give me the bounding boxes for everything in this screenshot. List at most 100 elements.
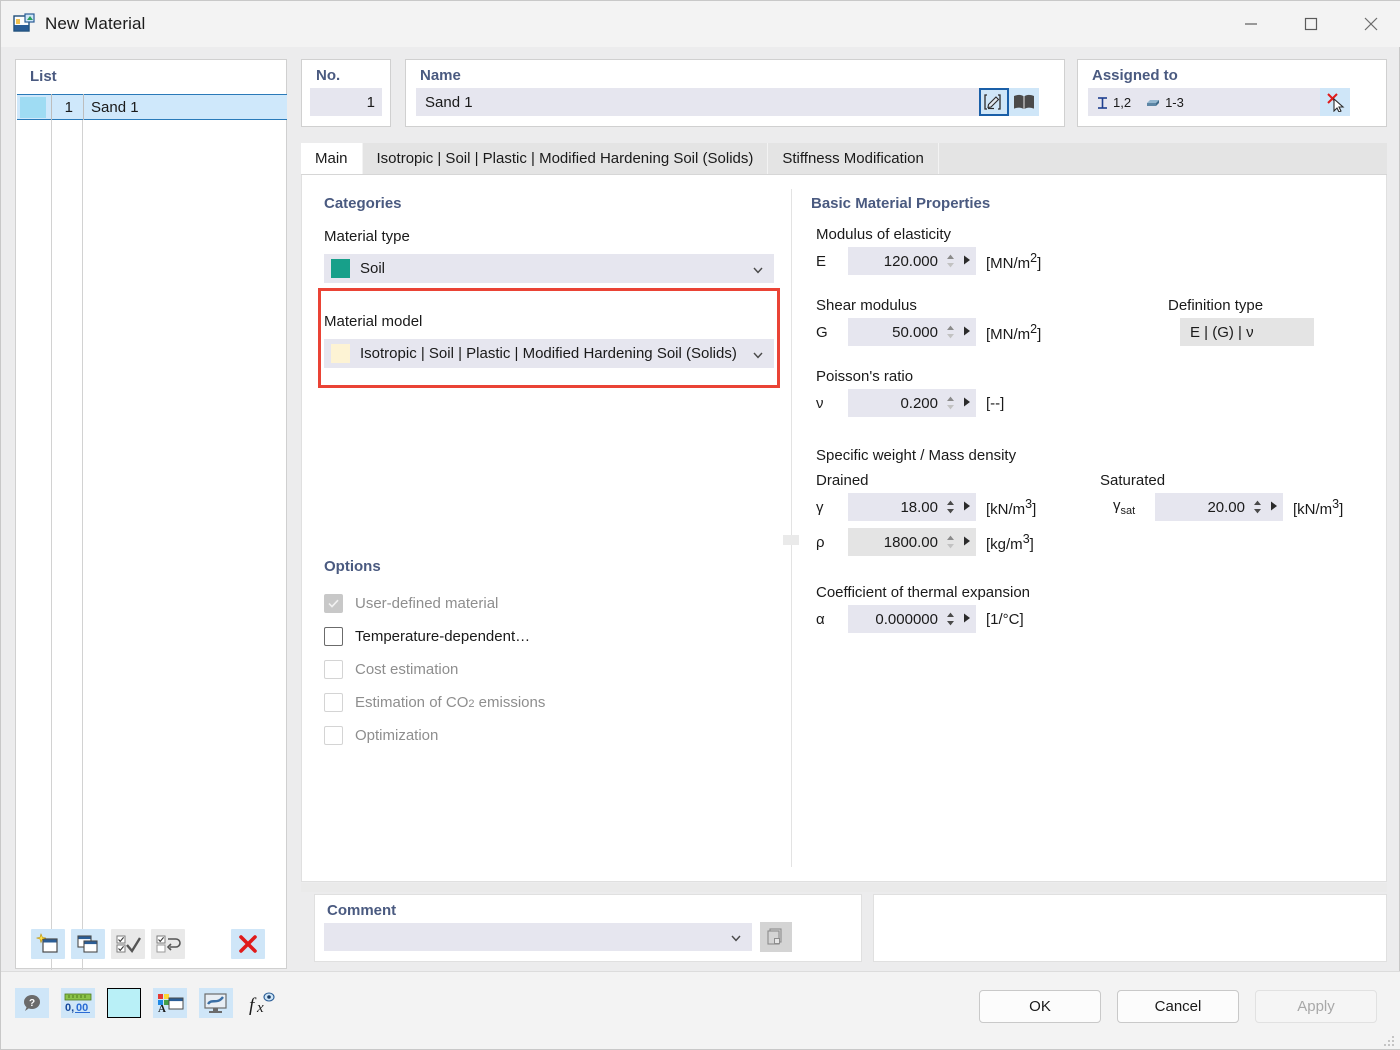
rho-row: ρ 1800.00 [kg/m3]	[816, 528, 1374, 556]
spinner-more-icon[interactable]	[962, 253, 972, 270]
spinner-more-icon[interactable]	[962, 534, 972, 551]
pick-deselect-icon[interactable]	[1320, 88, 1350, 116]
checkbox-optimization[interactable]	[324, 726, 343, 745]
option-cost-estimation[interactable]: Cost estimation	[324, 653, 774, 686]
minimize-icon[interactable]	[1221, 1, 1281, 47]
option-co2-emissions[interactable]: Estimation of CO2 emissions	[324, 686, 774, 719]
panel-splitter-handle[interactable]	[783, 535, 799, 545]
modulus-row: E 120.000 [MN/m2]	[816, 247, 1374, 275]
spinner-arrows-icon[interactable]	[946, 396, 956, 410]
spinner-arrows-icon[interactable]	[1253, 500, 1263, 514]
spinner-arrows-icon[interactable]	[946, 325, 956, 339]
spinner-more-icon[interactable]	[962, 395, 972, 412]
option-user-defined-material[interactable]: User-defined material	[324, 587, 774, 620]
new-material-button[interactable]	[31, 929, 65, 959]
library-book-icon[interactable]	[1009, 88, 1039, 116]
checkbox-user-defined-material[interactable]	[324, 594, 343, 613]
window-title: New Material	[45, 14, 146, 33]
spinner-arrows-icon[interactable]	[946, 612, 956, 626]
rho-symbol: ρ	[816, 533, 825, 551]
options-title: Options	[324, 558, 381, 575]
assigned-to-label: Assigned to	[1092, 67, 1178, 84]
resize-grip-icon[interactable]	[1384, 1033, 1396, 1046]
material-type-combo[interactable]: Soil	[324, 254, 774, 283]
select-all-button[interactable]	[111, 929, 145, 959]
list-column-divider-2	[82, 120, 83, 970]
spinner-more-icon[interactable]	[962, 499, 972, 516]
tab-main[interactable]: Main	[301, 143, 363, 174]
poisson-input[interactable]: 0.200	[848, 389, 976, 417]
shear-and-definition-headings: Shear modulus Definition type	[816, 297, 1374, 318]
assigned-to-box: Assigned to 1,2 1-3	[1077, 59, 1387, 127]
material-type-label: Material type	[324, 228, 410, 245]
spinner-more-icon[interactable]	[962, 611, 972, 628]
svg-text:f: f	[249, 995, 257, 1015]
spinner-arrows-icon[interactable]	[946, 500, 956, 514]
spinner-more-icon[interactable]	[1269, 499, 1279, 516]
window-controls	[1221, 1, 1400, 47]
display-props-icon[interactable]: A	[153, 988, 187, 1018]
thermal-input[interactable]: 0.000000	[848, 605, 976, 633]
rho-input[interactable]: 1800.00	[848, 528, 976, 556]
comment-title: Comment	[327, 902, 397, 919]
option-label: Cost estimation	[355, 661, 459, 678]
render-monitor-icon[interactable]	[199, 988, 233, 1018]
tab-isotropic-soil-plastic[interactable]: Isotropic | Soil | Plastic | Modified Ha…	[362, 143, 769, 174]
no-field-box: No. 1	[301, 59, 391, 127]
decimal-places-icon[interactable]: 0, 00	[61, 988, 95, 1018]
close-icon[interactable]	[1341, 1, 1400, 47]
gamma-sat-input[interactable]: 20.00	[1155, 493, 1283, 521]
spinner-more-icon[interactable]	[962, 324, 972, 341]
definition-type-value[interactable]: E | (G) | ν	[1180, 318, 1314, 346]
gamma-value: 18.00	[900, 498, 938, 516]
modulus-input[interactable]: 120.000	[848, 247, 976, 275]
chevron-down-icon[interactable]	[730, 931, 742, 943]
gamma-row: γ 18.00 [kN/m3] γsat 20.00 [kN/m3]	[816, 493, 1374, 521]
checkbox-cost-estimation[interactable]	[324, 660, 343, 679]
bottom-toolbar: ? 0, 00 A f x	[15, 988, 279, 1018]
cancel-button[interactable]: Cancel	[1117, 990, 1239, 1023]
invert-selection-button[interactable]	[151, 929, 185, 959]
material-model-highlight	[318, 288, 780, 388]
copy-comment-icon[interactable]	[760, 922, 792, 952]
svg-text:?: ?	[29, 998, 35, 1009]
assigned-to-input[interactable]: 1,2 1-3	[1088, 88, 1320, 116]
categories-group: Categories Material type Soil Material m…	[315, 186, 783, 541]
ok-button[interactable]: OK	[979, 990, 1101, 1023]
tab-stiffness-modification[interactable]: Stiffness Modification	[768, 143, 939, 174]
density-subheadings: Drained Saturated	[816, 472, 1374, 493]
option-label: Optimization	[355, 727, 439, 744]
option-optimization[interactable]: Optimization	[324, 719, 774, 752]
material-window-icon	[13, 13, 35, 35]
svg-text:A: A	[158, 1003, 166, 1014]
svg-text:x: x	[256, 1000, 264, 1015]
spinner-arrows-icon[interactable]	[946, 535, 956, 549]
apply-button[interactable]: Apply	[1255, 990, 1377, 1023]
list-item[interactable]: 1 Sand 1	[17, 94, 287, 120]
option-label: User-defined material	[355, 595, 499, 612]
name-input[interactable]: Sand 1	[416, 88, 979, 116]
delete-material-button[interactable]	[231, 929, 265, 959]
checkbox-temperature-dependent[interactable]	[324, 627, 343, 646]
help-bubble-icon[interactable]: ?	[15, 988, 49, 1018]
fx-icon[interactable]: f x	[245, 988, 279, 1018]
definition-type-heading: Definition type	[1168, 297, 1264, 314]
shear-row: G 50.000 [MN/m2] E | (G) | ν	[816, 318, 1374, 346]
assigned-solids-value: 1-3	[1165, 94, 1184, 110]
comment-extra-panel	[873, 894, 1387, 962]
no-input[interactable]: 1	[310, 88, 382, 116]
gamma-input[interactable]: 18.00	[848, 493, 976, 521]
maximize-icon[interactable]	[1281, 1, 1341, 47]
horizontal-scrollbar[interactable]	[301, 883, 1387, 892]
copy-material-button[interactable]	[71, 929, 105, 959]
edit-pencil-icon[interactable]	[979, 88, 1009, 116]
comment-input[interactable]	[324, 923, 752, 951]
shear-input[interactable]: 50.000	[848, 318, 976, 346]
chevron-down-icon	[752, 263, 764, 275]
thermal-symbol: α	[816, 610, 825, 628]
checkbox-co2-emissions[interactable]	[324, 693, 343, 712]
drained-label: Drained	[816, 472, 869, 489]
spinner-arrows-icon[interactable]	[946, 254, 956, 268]
option-temperature-dependent[interactable]: Temperature-dependent…	[324, 620, 774, 653]
color-swatch-icon[interactable]	[107, 988, 141, 1018]
